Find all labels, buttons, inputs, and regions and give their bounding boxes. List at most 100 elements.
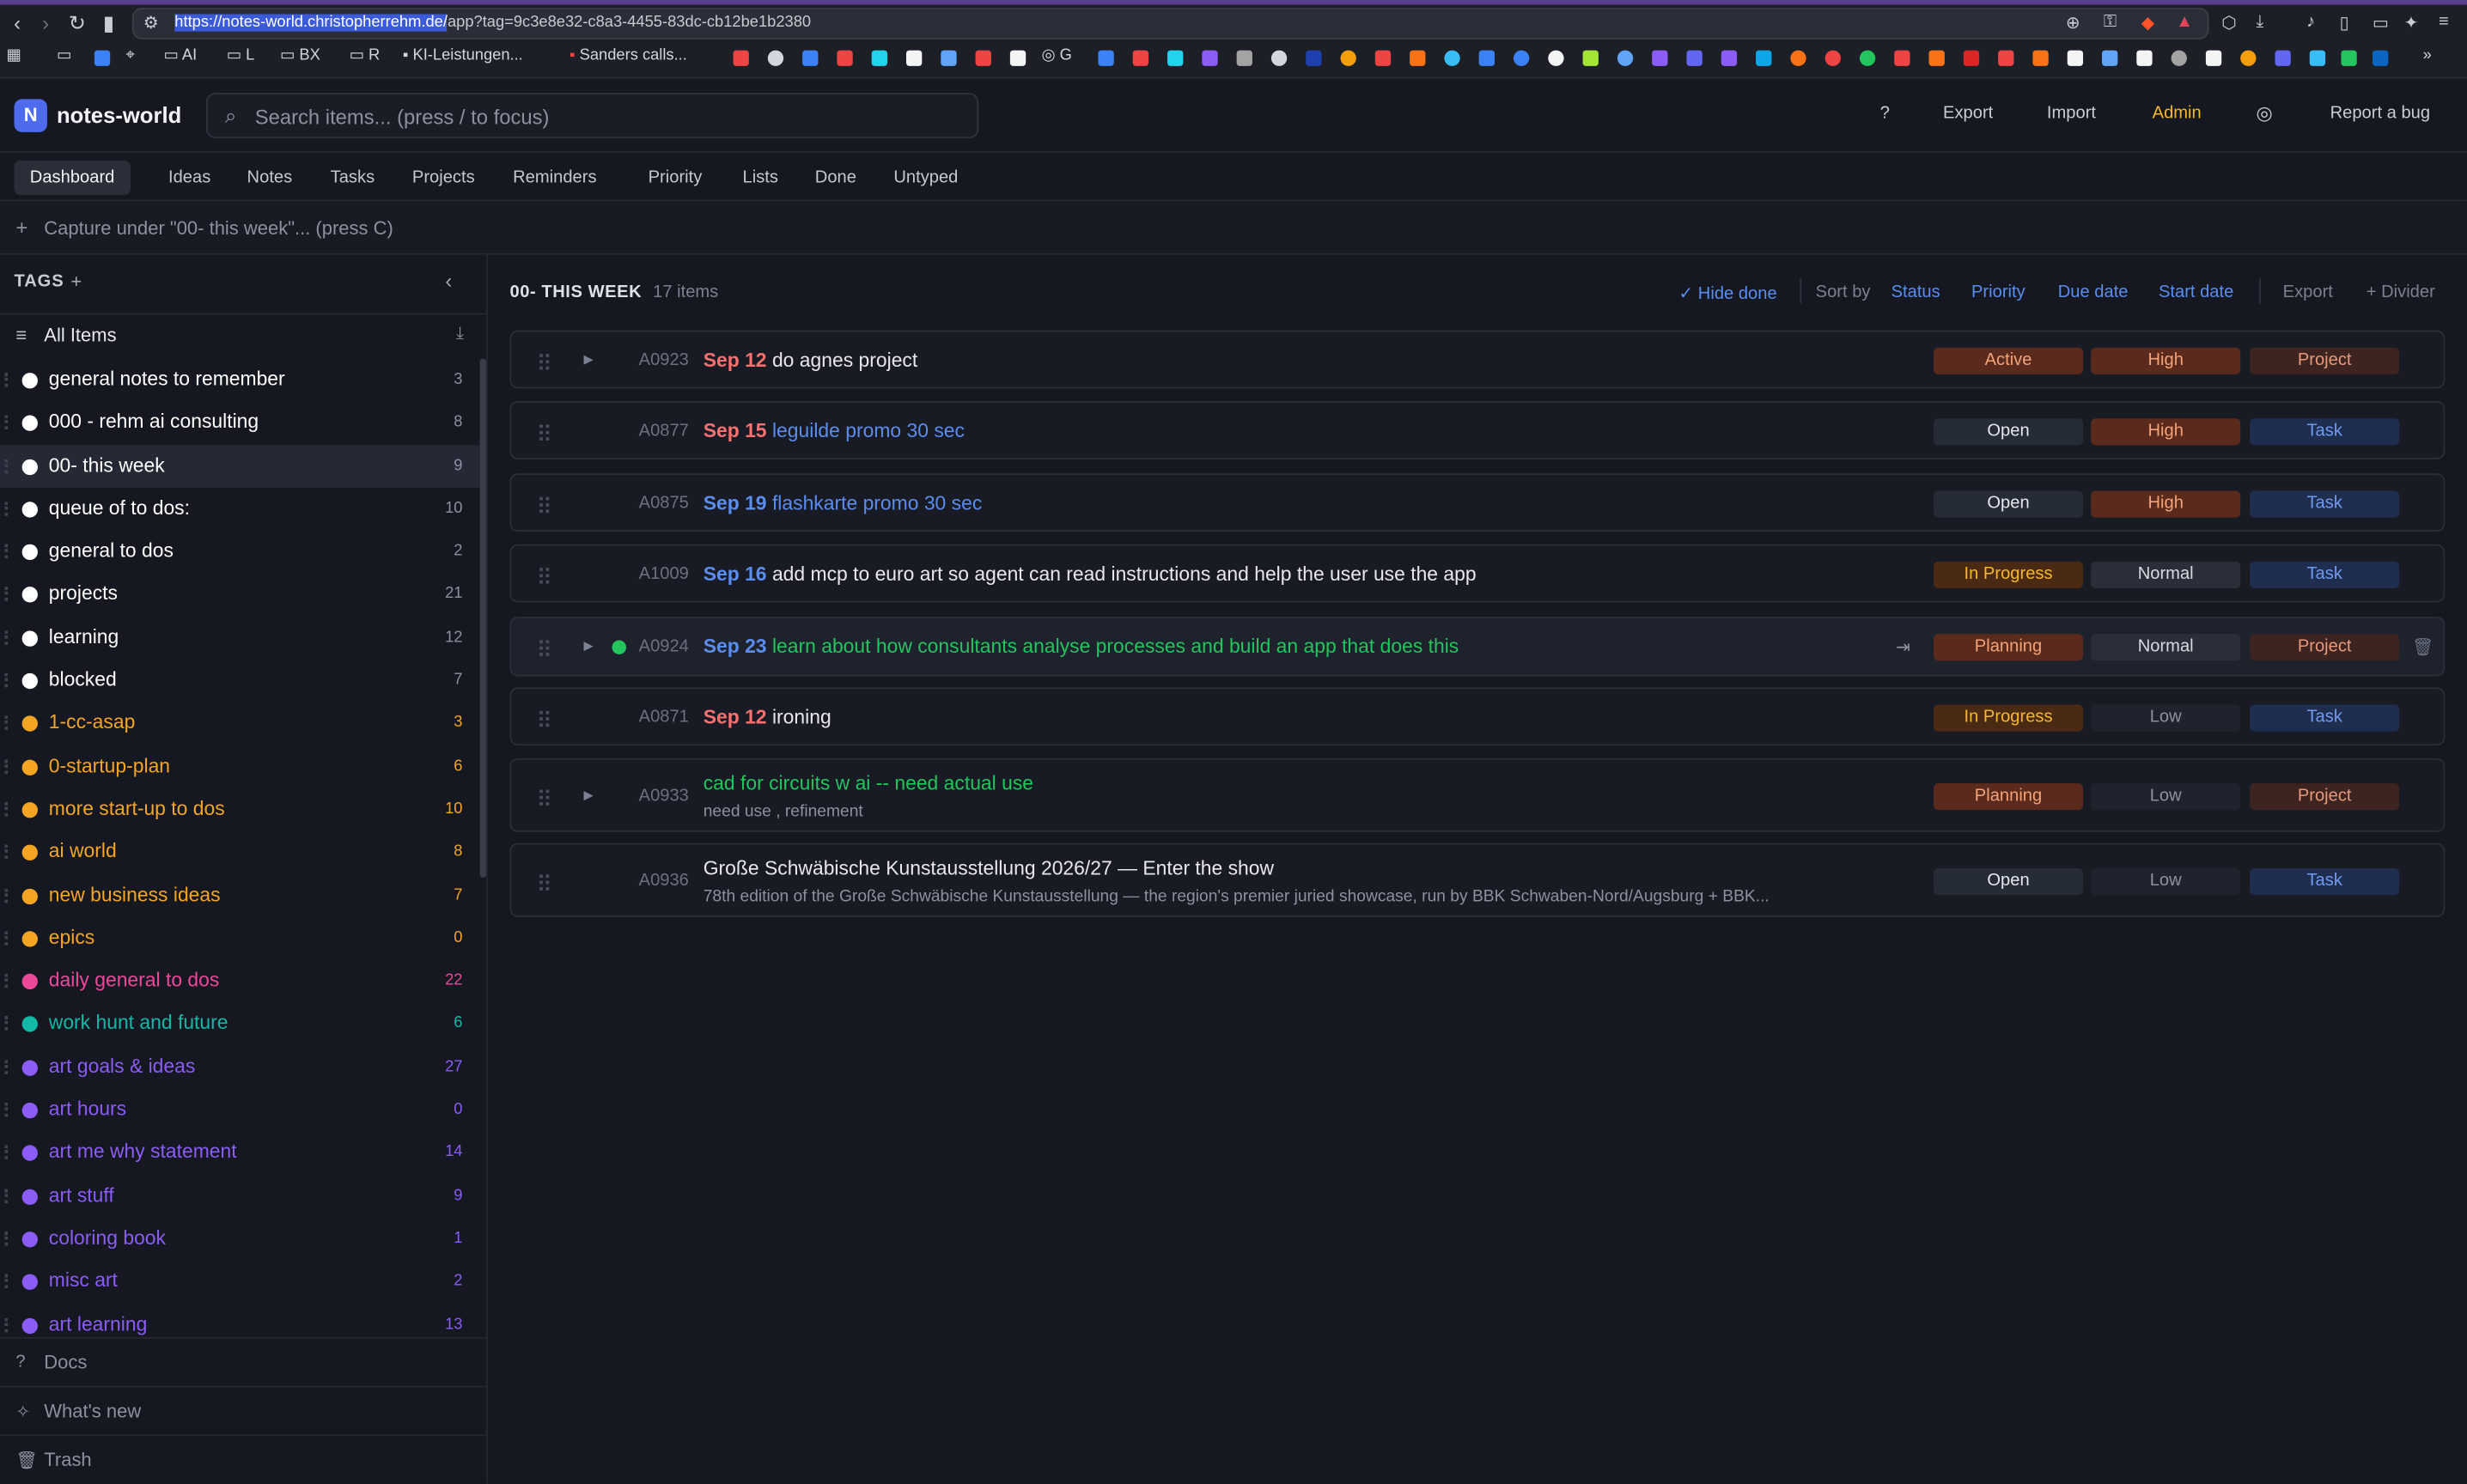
priority-pill[interactable]: Low [2091,867,2241,895]
tab-done[interactable]: Done [799,161,872,195]
capture-input[interactable]: Capture under "00- this week"... (press … [44,217,393,240]
type-pill[interactable]: Project [2250,346,2400,374]
reload-icon[interactable]: ↻ [66,12,88,35]
bookmark-favicon[interactable] [1790,50,1806,66]
priority-pill[interactable]: High [2091,490,2241,517]
expand-triangle-icon[interactable]: ▶ [584,788,594,801]
item-title[interactable]: Sep 12 ironing [704,705,831,727]
drag-handle-icon[interactable] [4,1146,9,1160]
apps-icon[interactable]: ▦ [6,47,21,64]
music-icon[interactable]: ♪ [2306,13,2315,32]
item-row[interactable]: ▶ A0924 Sep 23 learn about how consultants… [509,616,2446,677]
drag-handle-icon[interactable] [4,502,9,516]
bookmark-favicon[interactable] [1098,50,1114,66]
drag-handle-icon[interactable] [4,1060,9,1074]
url-text[interactable]: https://notes-world.christopherrehm.de/a… [174,14,811,32]
drag-handle-icon[interactable] [4,1189,9,1203]
bookmark-favicon[interactable] [802,50,819,66]
bookmark-favicon[interactable] [1236,50,1252,66]
item-row[interactable]: A1009 Sep 16 add mcp to euro art so agent… [509,544,2446,603]
tab-dashboard[interactable]: Dashboard [14,160,131,196]
bookmark-folder-r[interactable]: ▭ R [350,47,381,64]
drag-handle-icon[interactable] [4,1274,9,1289]
status-pill[interactable]: Active [1934,346,2084,374]
bookmark-favicon[interactable] [837,50,853,66]
type-pill[interactable]: Task [2250,703,2400,731]
app-logo[interactable]: N [14,99,47,132]
tab-projects[interactable]: Projects [397,161,490,195]
sidebar-tag-item[interactable]: art hours 0 [0,1089,480,1132]
item-row[interactable]: ▶ A0923 Sep 12 do agnes project Active High P… [509,330,2446,389]
address-bar[interactable]: ⚙ https://notes-world.christopherrehm.de… [131,8,2209,40]
bookmark-favicon[interactable] [1894,50,1910,66]
site-settings-icon[interactable]: ⚙ [140,13,162,35]
drag-handle-icon[interactable] [539,640,550,656]
bookmark-favicon[interactable] [2102,50,2118,66]
priority-pill[interactable]: Low [2091,782,2241,810]
tab-lists[interactable]: Lists [727,161,794,195]
bookmark-favicon[interactable] [1478,50,1495,66]
bookmark-favicon[interactable] [1721,50,1738,66]
sidebar-tag-item[interactable]: daily general to dos 22 [0,960,480,1003]
drag-handle-icon[interactable] [4,845,9,860]
item-row[interactable]: A0877 Sep 15 leguilde promo 30 sec Open Hig… [509,401,2446,459]
sidebar-tag-item[interactable]: ai world 8 [0,831,480,874]
report-bug-button[interactable]: Report a bug [2330,104,2431,123]
item-title[interactable]: Sep 15 leguilde promo 30 sec [704,419,965,441]
bookmark-favicon[interactable] [2309,50,2326,66]
menu-icon[interactable]: ≡ [2439,13,2449,32]
bookmark-favicon[interactable] [2240,50,2257,66]
app-name[interactable]: notes-world [57,102,181,127]
drag-handle-icon[interactable] [539,709,550,727]
sidebar-tag-item[interactable]: 000 - rehm ai consulting 8 [0,402,480,445]
bookmark-favicon[interactable] [733,50,749,66]
bookmark-favicon[interactable] [1756,50,1772,66]
drag-handle-icon[interactable] [4,1017,9,1031]
admin-button[interactable]: Admin [2153,104,2202,123]
bookmark-favicon[interactable] [94,50,111,66]
bookmark-favicon[interactable] [2067,50,2084,66]
drag-handle-icon[interactable] [4,587,9,602]
sidebar-tag-item[interactable]: blocked 7 [0,660,480,702]
sidebar-tag-item[interactable]: 0-startup-plan 6 [0,745,480,788]
item-row[interactable]: A0936 Große Schwäbische Kunstausstellung … [509,842,2446,917]
sort-due-date-button[interactable]: Due date [2058,283,2129,302]
move-to-end-icon[interactable]: ⇥ [1896,637,1910,658]
sidebar-tag-item[interactable]: more start-up to dos 10 [0,788,480,831]
drag-handle-icon[interactable] [539,423,550,440]
expand-triangle-icon[interactable]: ▶ [584,639,594,653]
key-icon[interactable]: ⚿ [2104,13,2117,33]
type-pill[interactable]: Task [2250,867,2400,895]
tab-notes[interactable]: Notes [231,161,308,195]
bookmark-favicon[interactable] [2373,50,2389,66]
drag-handle-icon[interactable] [4,459,9,473]
whats-new-link[interactable]: ✧ What's new [0,1385,488,1435]
sidebar-tag-item[interactable]: art goals & ideas 27 [0,1046,480,1089]
drag-handle-icon[interactable] [4,544,9,559]
bookmark-favicon[interactable] [2341,50,2357,66]
bookmark-favicon[interactable] [2275,50,2291,66]
bookmark-favicon[interactable] [2032,50,2049,66]
drag-handle-icon[interactable] [4,716,9,731]
docs-link[interactable]: ? Docs [0,1336,488,1386]
wallet-icon[interactable]: ▭ [2373,13,2389,33]
bookmark-folder-icon[interactable]: ▭ [57,47,71,64]
priority-pill[interactable]: Low [2091,703,2241,731]
bookmark-favicon[interactable] [1009,50,1026,66]
type-pill[interactable]: Task [2250,560,2400,588]
bookmark-favicon[interactable] [1202,50,1218,66]
status-pill[interactable]: Open [1934,867,2084,895]
sidebar-tag-item[interactable]: coloring book 1 [0,1218,480,1261]
leo-icon[interactable]: ✦ [2404,13,2419,33]
bookmark-folder-l[interactable]: ▭ L [227,47,255,64]
sidebar-tag-item[interactable]: art learning 13 [0,1304,480,1337]
type-pill[interactable]: Task [2250,417,2400,445]
status-pill[interactable]: Planning [1934,782,2084,810]
sidebar-tag-item[interactable]: art stuff 9 [0,1175,480,1218]
rewards-icon[interactable]: ▲ [2176,13,2193,32]
status-pill[interactable]: In Progress [1934,560,2084,588]
sidebar-tag-item[interactable]: queue of to dos: 10 [0,488,480,531]
hide-done-toggle[interactable]: ✓ Hide done [1678,283,1776,304]
bookmark-favicon[interactable] [2171,50,2187,66]
collapse-sidebar-icon[interactable]: ‹ [445,269,452,292]
